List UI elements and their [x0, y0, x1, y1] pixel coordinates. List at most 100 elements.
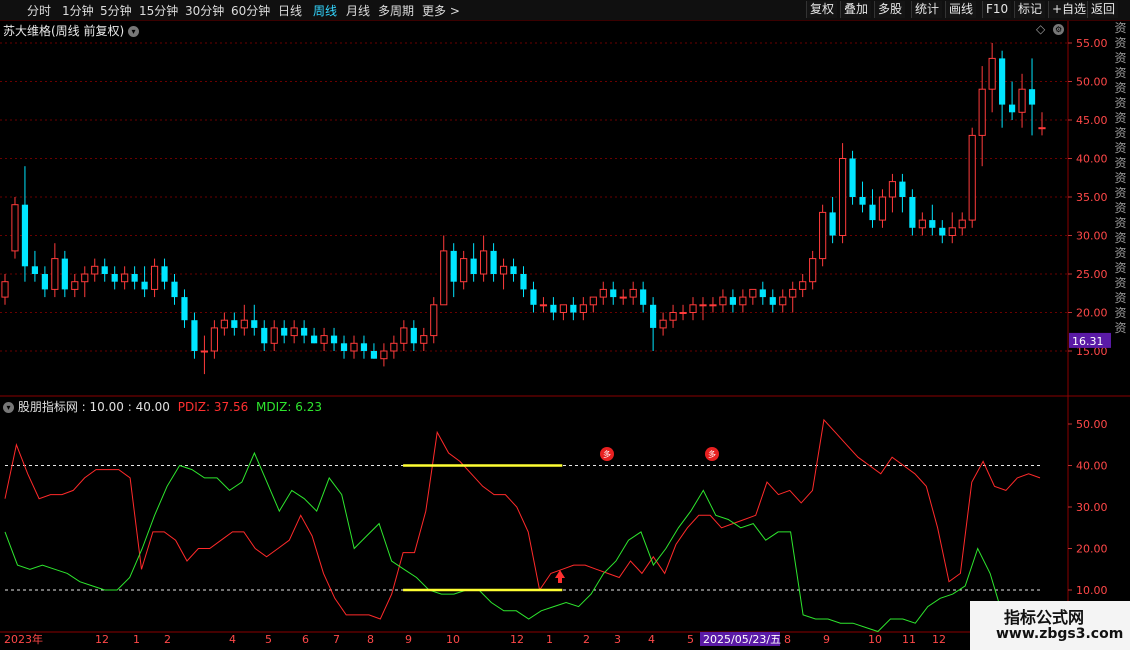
- pdiz-value: PDIZ: 37.56: [177, 400, 249, 414]
- candle-body-down: [141, 281, 148, 290]
- candle-body-down: [470, 258, 477, 274]
- time-axis-label: 8: [784, 633, 791, 646]
- indicator-params: 10.00 : 40.00: [89, 400, 170, 414]
- candle-body-down: [330, 335, 338, 344]
- candle-body-down: [301, 327, 308, 336]
- candle-body-down: [1028, 89, 1036, 105]
- candle-body-up: [380, 350, 388, 360]
- candle-body-down: [729, 297, 736, 305]
- candle-body-down: [111, 274, 118, 282]
- time-axis-label: 2: [583, 633, 590, 646]
- time-axis-label: 4: [229, 633, 236, 646]
- candle-body-up: [121, 273, 129, 283]
- candle-body-down: [570, 304, 577, 313]
- candle-body-up: [838, 158, 847, 236]
- current-price-label: 16.31: [1072, 335, 1104, 348]
- time-axis-label: 7: [333, 633, 340, 646]
- candle-body-down: [1008, 104, 1016, 113]
- candle-body-up: [819, 211, 827, 260]
- candle-body-up: [978, 88, 986, 136]
- candle-body-up: [430, 304, 438, 337]
- candle-body-down: [101, 266, 108, 274]
- candle-body-up: [499, 265, 508, 275]
- candle-body-up: [150, 265, 159, 290]
- time-axis-label: 5: [687, 633, 694, 646]
- main-chart-title-row: 苏大维格(周线 前复权) ▾: [3, 22, 140, 39]
- candle-body-down: [869, 204, 876, 221]
- candle-body-up: [809, 258, 817, 283]
- candle-body-down: [370, 351, 378, 359]
- time-axis-label: 2: [164, 633, 171, 646]
- mdiz-line: [4, 451, 1041, 633]
- time-axis-label: 10: [868, 633, 882, 646]
- candle-body-up: [958, 219, 966, 229]
- candle-body-down: [340, 343, 348, 351]
- indicator-tick-label: 10.00: [1076, 584, 1108, 597]
- candle-body-down: [640, 289, 647, 305]
- candle-body-down: [171, 281, 178, 298]
- time-axis-label: 3: [614, 633, 621, 646]
- candle-body-down: [929, 220, 936, 228]
- candle-body-down: [759, 289, 766, 298]
- time-axis-label: 1: [546, 633, 553, 646]
- candle-body-down: [450, 250, 457, 282]
- settings-icon[interactable]: ⚙: [1053, 24, 1065, 35]
- time-axis-label: 12: [95, 633, 109, 646]
- candle-body-down: [530, 289, 537, 305]
- candle-body-up: [71, 281, 79, 290]
- candle-body-down: [61, 258, 68, 290]
- chart-canvas[interactable]: 55.00 50.00 45.00 40.00 35.00 30.00 25.00 20.00…: [0, 0, 1130, 650]
- time-axis-label: 1: [133, 633, 140, 646]
- candle-body-down: [41, 274, 48, 290]
- candle-body-up: [679, 312, 687, 314]
- candle-body-down: [610, 289, 617, 298]
- watermark-title: 指标公式网: [1004, 608, 1085, 627]
- time-axis-label: 5: [265, 633, 272, 646]
- candle-body-down: [550, 304, 557, 313]
- candle-body-down: [191, 320, 198, 351]
- candle-body-up: [440, 250, 448, 306]
- indicator-title-row: ▾ 股朋指标网 : 10.00 : 40.00 PDIZ: 37.56 MDIZ…: [3, 398, 322, 415]
- signal-marker-text: 多: [603, 449, 611, 459]
- watermark-logo: 指标公式网 www.zbgs3.com: [970, 601, 1130, 650]
- candle-body-up: [669, 312, 677, 321]
- candle-body-up: [878, 196, 887, 221]
- diamond-icon[interactable]: ◇: [1036, 22, 1045, 36]
- candle-body-up: [1038, 127, 1046, 130]
- candle-body-up: [559, 304, 567, 313]
- candle-body-up: [81, 273, 89, 283]
- candle-body-up: [210, 327, 218, 352]
- candle-body-down: [251, 320, 258, 328]
- time-axis-label: 9: [823, 633, 830, 646]
- candle-body-down: [849, 158, 856, 197]
- time-axis-label: 12: [932, 633, 946, 646]
- side-info-strip: 资资资资资资资资资资资资资资资资资资资资资: [1114, 21, 1127, 335]
- stock-title: 苏大维格(周线 前复权): [3, 24, 125, 38]
- candle-body-down: [261, 327, 268, 344]
- candle-body-down: [410, 327, 417, 344]
- candle-body-up: [11, 204, 19, 252]
- chevron-down-icon[interactable]: ▾: [3, 402, 14, 413]
- candle-body-down: [769, 297, 776, 305]
- candle-body-up: [400, 327, 408, 344]
- price-tick-label: 45.00: [1076, 114, 1108, 127]
- price-tick-label: 20.00: [1076, 307, 1108, 320]
- candle-body-up: [579, 304, 587, 313]
- candle-body-down: [520, 274, 527, 290]
- candle-body-up: [749, 288, 757, 298]
- indicator-tick-label: 40.00: [1076, 460, 1108, 473]
- candle-body-down: [281, 327, 288, 336]
- cursor-date-label: 2025/05/23/五: [703, 633, 781, 646]
- candle-body-up: [51, 258, 59, 290]
- candle-body-up: [619, 296, 627, 299]
- time-axis-label: 11: [902, 633, 916, 646]
- candle-body-up: [719, 296, 727, 306]
- candle-body-up: [589, 296, 597, 306]
- indicator-tick-label: 20.00: [1076, 543, 1108, 556]
- chevron-down-icon[interactable]: ▾: [128, 26, 140, 37]
- indicator-tick-label: 50.00: [1076, 418, 1108, 431]
- candle-body-up: [480, 250, 488, 275]
- candle-body-down: [909, 197, 916, 228]
- candle-body-up: [968, 134, 976, 221]
- price-tick-label: 35.00: [1076, 191, 1108, 204]
